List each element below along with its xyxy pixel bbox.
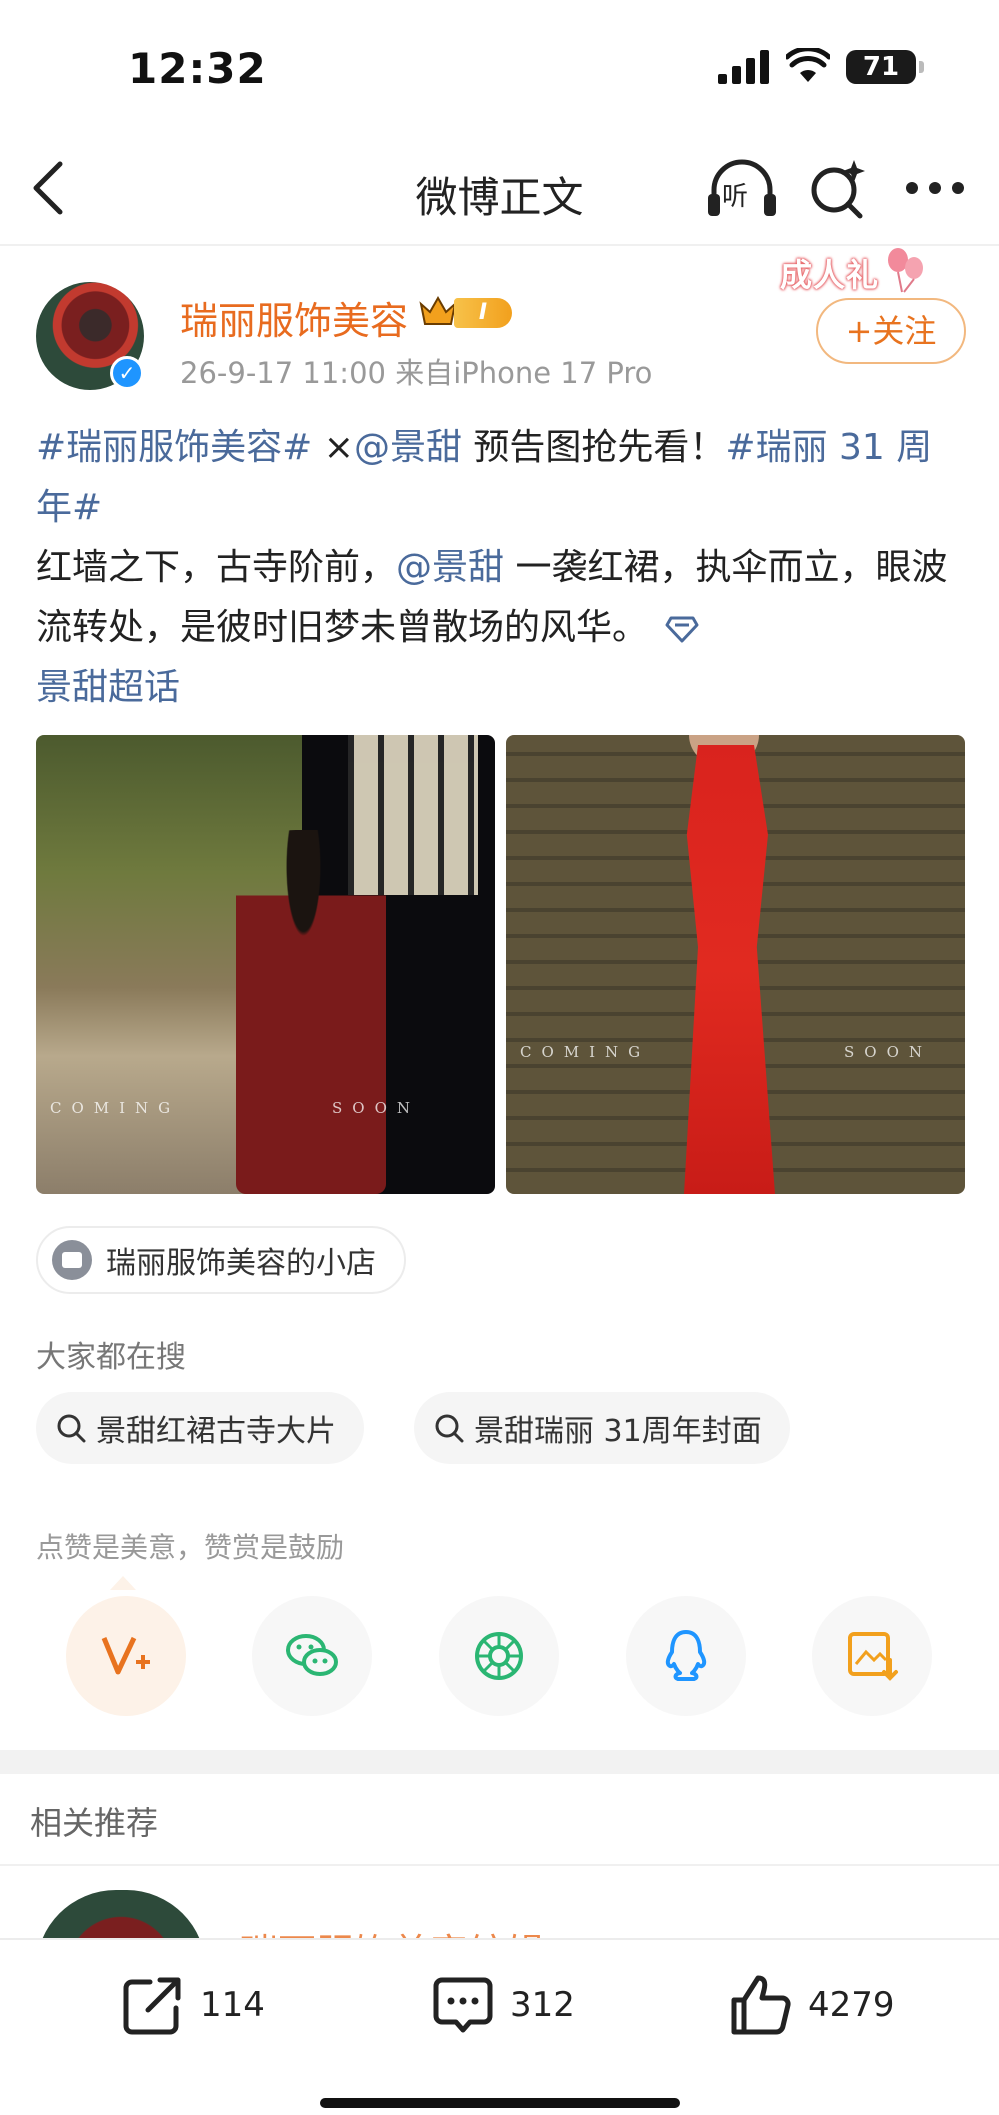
balloon-icon bbox=[888, 248, 923, 293]
home-indicator bbox=[320, 2098, 680, 2108]
signal-icon bbox=[718, 50, 769, 84]
hashtag-link[interactable]: #瑞丽服饰美容# bbox=[36, 427, 312, 468]
reward-v-plus-icon bbox=[101, 1636, 150, 1675]
repost-count: 114 bbox=[200, 1985, 265, 2025]
mention-link[interactable]: @景甜 bbox=[354, 427, 462, 468]
wifi-icon bbox=[786, 48, 830, 82]
mention-link[interactable]: @景甜 bbox=[396, 547, 504, 588]
author-name[interactable]: 瑞丽服饰美容 bbox=[180, 290, 408, 345]
more-icon[interactable] bbox=[904, 180, 966, 196]
share-qq-button[interactable] bbox=[626, 1596, 746, 1716]
image-caption: SOON bbox=[332, 1099, 420, 1117]
hot-search-chip[interactable]: 景甜红裙古寺大片 bbox=[36, 1392, 364, 1464]
like-button[interactable]: 4279 bbox=[728, 1972, 895, 2038]
shop-label: 瑞丽服饰美容的小店 bbox=[106, 1246, 376, 1281]
follow-button[interactable]: +关注 bbox=[816, 298, 966, 364]
post-content: #瑞丽服饰美容# ×@景甜 预告图抢先看！#瑞丽 31 周年# 红墙之下，古寺阶… bbox=[36, 418, 966, 718]
moments-icon bbox=[475, 1632, 523, 1680]
wechat-icon bbox=[286, 1634, 338, 1676]
battery-indicator: 71 bbox=[846, 50, 924, 84]
hot-search-chip[interactable]: 景甜瑞丽 31周年封面 bbox=[414, 1392, 790, 1464]
nav-divider bbox=[0, 244, 999, 246]
celebration-badge: 成人礼 bbox=[780, 256, 880, 294]
post-meta: 26-9-17 11:00 来自iPhone 17 Pro bbox=[180, 356, 653, 390]
image-caption: COMING bbox=[50, 1099, 181, 1117]
related-divider bbox=[0, 1864, 999, 1866]
repost-icon bbox=[123, 1977, 181, 2035]
reward-pointer bbox=[110, 1576, 136, 1590]
qq-icon bbox=[665, 1630, 707, 1681]
shop-icon bbox=[52, 1240, 92, 1280]
shop-link[interactable]: 瑞丽服饰美容的小店 bbox=[36, 1226, 406, 1294]
listen-label: 听 bbox=[722, 182, 749, 212]
post-text: 预告图抢先看！ bbox=[461, 427, 726, 468]
hot-search-text: 景甜红裙古寺大片 bbox=[96, 1414, 336, 1449]
hot-search-title: 大家都在搜 bbox=[36, 1340, 186, 1375]
image-caption: COMING bbox=[520, 1043, 651, 1061]
hot-search-text: 景甜瑞丽 31周年封面 bbox=[474, 1414, 762, 1449]
post-text: 红墙之下，古寺阶前， bbox=[36, 547, 397, 588]
like-count: 4279 bbox=[808, 1985, 895, 2025]
reward-button[interactable] bbox=[66, 1596, 186, 1716]
comment-count: 312 bbox=[510, 1985, 575, 2025]
post-image-2[interactable]: COMING SOON bbox=[506, 735, 965, 1194]
share-moments-button[interactable] bbox=[439, 1596, 559, 1716]
save-image-button[interactable] bbox=[812, 1596, 932, 1716]
post-text: × bbox=[312, 427, 354, 468]
share-wechat-button[interactable] bbox=[252, 1596, 372, 1716]
thumbs-up-icon bbox=[731, 1975, 791, 2035]
search-icon bbox=[57, 1414, 86, 1443]
image-caption: SOON bbox=[844, 1043, 932, 1061]
repost-button[interactable]: 114 bbox=[120, 1972, 265, 2038]
post-image-1[interactable]: COMING SOON bbox=[36, 735, 495, 1194]
save-image-icon bbox=[848, 1632, 898, 1681]
comment-button[interactable]: 312 bbox=[430, 1972, 575, 2038]
image-figure bbox=[684, 745, 775, 1194]
image-figure bbox=[236, 830, 386, 1194]
verified-icon: ✓ bbox=[110, 356, 144, 390]
search-spark-icon[interactable] bbox=[808, 156, 868, 220]
member-level-badge: I bbox=[454, 298, 512, 328]
search-icon bbox=[435, 1414, 464, 1443]
crown-icon bbox=[419, 295, 457, 325]
status-time: 12:32 bbox=[128, 44, 267, 93]
supertopic-diamond-icon bbox=[665, 616, 699, 643]
section-gap bbox=[0, 1750, 999, 1774]
reward-note: 点赞是美意，赞赏是鼓励 bbox=[36, 1531, 345, 1564]
comment-icon bbox=[433, 1977, 493, 2033]
related-title: 相关推荐 bbox=[30, 1804, 159, 1842]
supertopic-link[interactable]: 景甜超话 bbox=[36, 667, 180, 708]
